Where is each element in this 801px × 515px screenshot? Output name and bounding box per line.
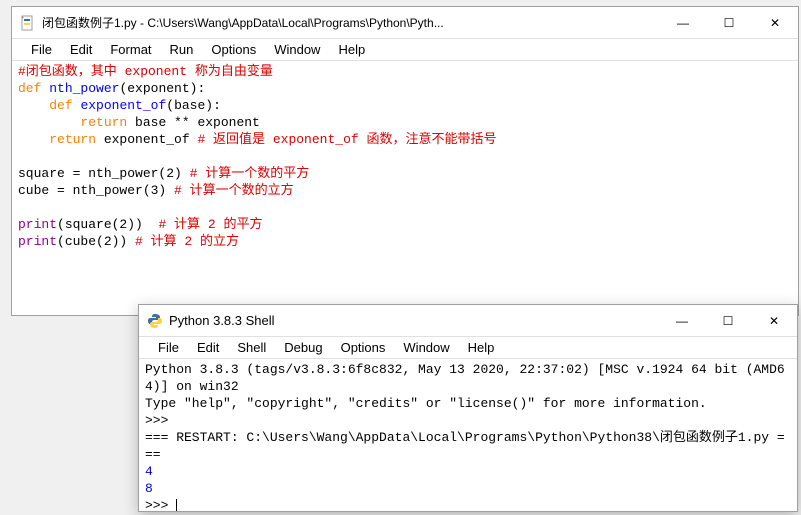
shell-prompt: >>>	[145, 413, 168, 428]
shell-output: 4	[145, 464, 153, 479]
editor-titlebar[interactable]: 闭包函数例子1.py - C:\Users\Wang\AppData\Local…	[12, 7, 798, 39]
code-comment: # 返回值是 exponent_of 函数，注意不能带括号	[197, 132, 496, 147]
code-args: (square(2))	[57, 217, 158, 232]
shell-menubar: File Edit Shell Debug Options Window Hel…	[139, 337, 797, 359]
python-shell-icon	[147, 313, 163, 329]
code-args: (cube(2))	[57, 234, 135, 249]
menu-options[interactable]: Options	[202, 42, 265, 57]
shell-title-text: Python 3.8.3 Shell	[169, 313, 659, 328]
minimize-button[interactable]: —	[659, 305, 705, 336]
editor-code-area[interactable]: #闭包函数，其中 exponent 称为自由变量 def nth_power(e…	[12, 61, 798, 315]
menu-window[interactable]: Window	[394, 340, 458, 355]
shell-banner: Type "help", "copyright", "credits" or "…	[145, 396, 707, 411]
menu-format[interactable]: Format	[101, 42, 160, 57]
code-comment: # 计算一个数的平方	[190, 166, 310, 181]
menu-file[interactable]: File	[149, 340, 188, 355]
code-stmt: cube = nth_power(3)	[18, 183, 174, 198]
code-expr: exponent_of	[96, 132, 197, 147]
code-builtin: print	[18, 234, 57, 249]
shell-titlebar[interactable]: Python 3.8.3 Shell — ☐ ✕	[139, 305, 797, 337]
menu-edit[interactable]: Edit	[61, 42, 101, 57]
close-button[interactable]: ✕	[752, 7, 798, 38]
code-params: (exponent):	[119, 81, 205, 96]
code-funcname: nth_power	[49, 81, 119, 96]
maximize-button[interactable]: ☐	[706, 7, 752, 38]
code-comment: #闭包函数，其中 exponent 称为自由变量	[18, 64, 273, 79]
menu-help[interactable]: Help	[329, 42, 374, 57]
menu-options[interactable]: Options	[332, 340, 395, 355]
editor-title-text: 闭包函数例子1.py - C:\Users\Wang\AppData\Local…	[42, 14, 660, 31]
code-keyword: return	[80, 115, 127, 130]
menu-help[interactable]: Help	[459, 340, 504, 355]
close-button[interactable]: ✕	[751, 305, 797, 336]
code-expr: base ** exponent	[127, 115, 260, 130]
shell-output: 8	[145, 481, 153, 496]
code-builtin: print	[18, 217, 57, 232]
editor-window: 闭包函数例子1.py - C:\Users\Wang\AppData\Local…	[11, 6, 799, 316]
menu-file[interactable]: File	[22, 42, 61, 57]
shell-output-area[interactable]: Python 3.8.3 (tags/v3.8.3:6f8c832, May 1…	[139, 359, 797, 511]
code-comment: # 计算一个数的立方	[174, 183, 294, 198]
python-file-icon	[20, 15, 36, 31]
menu-run[interactable]: Run	[161, 42, 203, 57]
code-keyword: return	[49, 132, 96, 147]
shell-window: Python 3.8.3 Shell — ☐ ✕ File Edit Shell…	[138, 304, 798, 512]
shell-prompt: >>>	[145, 498, 168, 511]
editor-menubar: File Edit Format Run Options Window Help	[12, 39, 798, 61]
code-params: (base):	[166, 98, 221, 113]
editor-window-controls: — ☐ ✕	[660, 7, 798, 38]
maximize-button[interactable]: ☐	[705, 305, 751, 336]
code-funcname: exponent_of	[80, 98, 166, 113]
code-comment: # 计算 2 的立方	[135, 234, 239, 249]
code-keyword: def	[49, 98, 72, 113]
shell-restart: === RESTART: C:\Users\Wang\AppData\Local…	[145, 430, 785, 462]
code-keyword: def	[18, 81, 41, 96]
menu-debug[interactable]: Debug	[275, 340, 331, 355]
text-cursor	[176, 499, 177, 511]
code-stmt: square = nth_power(2)	[18, 166, 190, 181]
minimize-button[interactable]: —	[660, 7, 706, 38]
shell-window-controls: — ☐ ✕	[659, 305, 797, 336]
menu-shell[interactable]: Shell	[228, 340, 275, 355]
code-comment: # 计算 2 的平方	[158, 217, 262, 232]
menu-edit[interactable]: Edit	[188, 340, 228, 355]
menu-window[interactable]: Window	[265, 42, 329, 57]
shell-banner: Python 3.8.3 (tags/v3.8.3:6f8c832, May 1…	[145, 362, 785, 394]
